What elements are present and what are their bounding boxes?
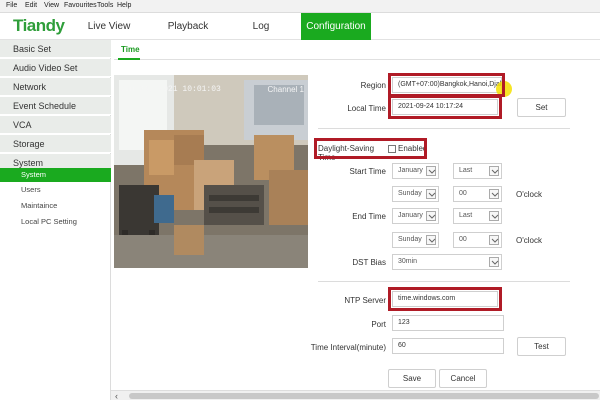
menu-help[interactable]: Help	[117, 2, 131, 9]
end-week-select[interactable]: Last	[453, 208, 502, 224]
tab-log[interactable]: Log	[248, 13, 274, 40]
tiandy-logo: Tiandy	[13, 16, 65, 35]
sidebar-item-basic-set[interactable]: Basic Set	[0, 40, 111, 58]
menu-view[interactable]: View	[44, 2, 59, 9]
end-month-value: January	[398, 212, 423, 219]
tab-configuration[interactable]: Configuration	[301, 13, 371, 40]
osd-timestamp: Jun 24, 2021 10:01:03	[120, 85, 221, 94]
chevron-down-icon	[489, 257, 499, 267]
start-hour-select[interactable]: 00	[453, 186, 502, 202]
time-interval-input[interactable]: 60	[392, 338, 504, 354]
local-time-highlight	[388, 95, 502, 119]
sidebar-subitem-system[interactable]: System	[0, 168, 111, 182]
section-divider-2	[318, 281, 570, 282]
browser-menubar: File Edit View Favourites Tools Help	[0, 0, 600, 13]
sidebar-subitem-users[interactable]: Users	[0, 183, 111, 197]
test-ntp-button[interactable]: Test	[517, 337, 566, 356]
osd-channel-label: Channel 1	[267, 85, 304, 94]
end-month-select[interactable]: January	[392, 208, 439, 224]
horizontal-scrollbar[interactable]: ‹	[111, 390, 600, 400]
local-time-label: Local Time	[347, 104, 386, 113]
chevron-down-icon	[489, 211, 499, 221]
tab-time[interactable]: Time	[121, 45, 140, 54]
start-time-label: Start Time	[349, 167, 386, 176]
end-oclock-label: O'clock	[516, 236, 542, 245]
end-week-value: Last	[459, 212, 473, 219]
chevron-down-icon	[489, 166, 499, 176]
port-label: Port	[371, 320, 386, 329]
chevron-down-icon	[489, 189, 499, 199]
tab-divider	[114, 59, 600, 60]
dst-bias-select[interactable]: 30min	[392, 254, 502, 270]
sidebar-item-network[interactable]: Network	[0, 78, 111, 96]
camera-preview: Jun 24, 2021 10:01:03 Channel 1	[114, 75, 308, 268]
start-day-select[interactable]: Sunday	[392, 186, 439, 202]
start-month-select[interactable]: January	[392, 163, 439, 179]
start-week-select[interactable]: Last	[453, 163, 502, 179]
menu-favourites[interactable]: Favourites	[64, 2, 97, 9]
start-month-value: January	[398, 167, 423, 174]
sidebar-item-storage[interactable]: Storage	[0, 135, 111, 153]
start-oclock-label: O'clock	[516, 190, 542, 199]
menu-tools[interactable]: Tools	[97, 2, 113, 9]
sidebar-item-vca[interactable]: VCA	[0, 116, 111, 134]
dst-highlight	[314, 138, 427, 159]
dst-bias-label: DST Bias	[352, 258, 386, 267]
section-divider-1	[318, 128, 570, 129]
port-input[interactable]: 123	[392, 315, 504, 331]
start-week-value: Last	[459, 167, 473, 174]
arrow-left-icon[interactable]: ‹	[115, 391, 118, 400]
end-hour-select[interactable]: 00	[453, 232, 502, 248]
region-highlight	[388, 73, 505, 97]
menu-file[interactable]: File	[6, 2, 17, 9]
chevron-down-icon	[426, 235, 436, 245]
end-day-value: Sunday	[398, 236, 422, 243]
top-navigation: Tiandy Live View Playback Log Configurat…	[0, 13, 600, 40]
tab-live-view[interactable]: Live View	[83, 13, 135, 40]
cancel-button[interactable]: Cancel	[439, 369, 487, 388]
sidebar-subitem-local-pc-setting[interactable]: Local PC Setting	[0, 215, 111, 229]
chevron-down-icon	[426, 189, 436, 199]
sidebar-subitem-maintaince[interactable]: Maintaince	[0, 199, 111, 213]
scrollbar-thumb[interactable]	[129, 393, 599, 399]
camera-scene-image	[114, 75, 308, 268]
end-time-label: End Time	[352, 212, 386, 221]
set-time-button[interactable]: Set	[517, 98, 566, 117]
ntp-server-label: NTP Server	[344, 296, 386, 305]
end-hour-value: 00	[459, 236, 467, 243]
chevron-down-icon	[489, 235, 499, 245]
menu-edit[interactable]: Edit	[25, 2, 37, 9]
dst-bias-value: 30min	[398, 258, 418, 265]
time-interval-label: Time Interval(minute)	[310, 343, 386, 352]
chevron-down-icon	[426, 166, 436, 176]
config-sidebar: Basic Set Audio Video Set Network Event …	[0, 40, 111, 400]
tab-active-indicator	[118, 58, 140, 60]
start-hour-value: 00	[459, 190, 467, 197]
save-button[interactable]: Save	[388, 369, 436, 388]
chevron-down-icon	[426, 211, 436, 221]
start-day-value: Sunday	[398, 190, 422, 197]
end-day-select[interactable]: Sunday	[392, 232, 439, 248]
tab-playback[interactable]: Playback	[165, 13, 211, 40]
sidebar-item-event-schedule[interactable]: Event Schedule	[0, 97, 111, 115]
region-label: Region	[360, 81, 386, 90]
ntp-server-highlight	[388, 287, 502, 311]
sidebar-item-audio-video-set[interactable]: Audio Video Set	[0, 59, 111, 77]
